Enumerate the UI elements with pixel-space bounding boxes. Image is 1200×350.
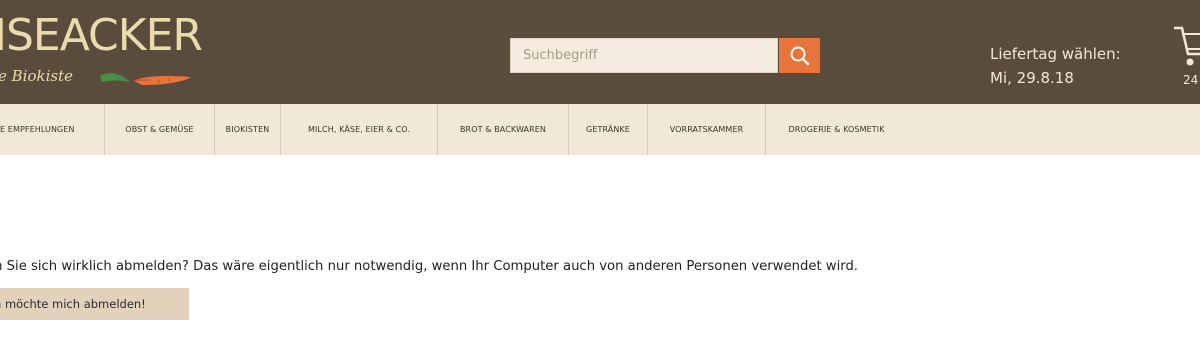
header: ISEACKER e Biokiste Liefertag wählen: Mi… [0, 0, 1200, 104]
logo-text[interactable]: ISEACKER [0, 10, 203, 62]
nav-item-brot-backwaren[interactable]: BROT & BACKWAREN [438, 104, 569, 155]
nav-item-milch-kaese[interactable]: MILCH, KÄSE, EIER & CO. [281, 104, 438, 155]
nav-item-biokisten[interactable]: BIOKISTEN [215, 104, 281, 155]
carrot-icon [100, 72, 191, 85]
page: ISEACKER e Biokiste Liefertag wählen: Mi… [0, 0, 1200, 350]
delivery-day-label: Liefertag wählen: [990, 45, 1121, 63]
nav-item-vorratskammer[interactable]: VORRATSKAMMER [648, 104, 766, 155]
category-nav: E EMPFEHLUNGEN OBST & GEMÜSE BIOKISTEN M… [0, 104, 1200, 155]
cart-count: 24 [1183, 73, 1199, 87]
search-input[interactable] [510, 38, 778, 73]
magnifier-icon [790, 46, 809, 65]
logo-subtitle: e Biokiste [0, 67, 73, 85]
nav-item-obst-gemuese[interactable]: OBST & GEMÜSE [105, 104, 215, 155]
nav-item-empfehlungen[interactable]: E EMPFEHLUNGEN [0, 104, 105, 155]
nav-item-getraenke[interactable]: GETRÄNKE [569, 104, 648, 155]
cart-button[interactable]: 24 [1172, 22, 1200, 92]
cart-icon [1174, 26, 1200, 66]
delivery-day-selector[interactable]: Liefertag wählen: Mi, 29.8.18 [990, 42, 1121, 90]
logout-confirmation-text: en Sie sich wirklich abmelden? Das wäre … [0, 259, 859, 274]
search-button[interactable] [779, 38, 820, 73]
logout-button[interactable]: h möchte mich abmelden! [0, 288, 189, 320]
nav-item-drogerie-kosmetik[interactable]: DROGERIE & KOSMETIK [766, 104, 907, 155]
delivery-day-date: Mi, 29.8.18 [990, 69, 1074, 87]
